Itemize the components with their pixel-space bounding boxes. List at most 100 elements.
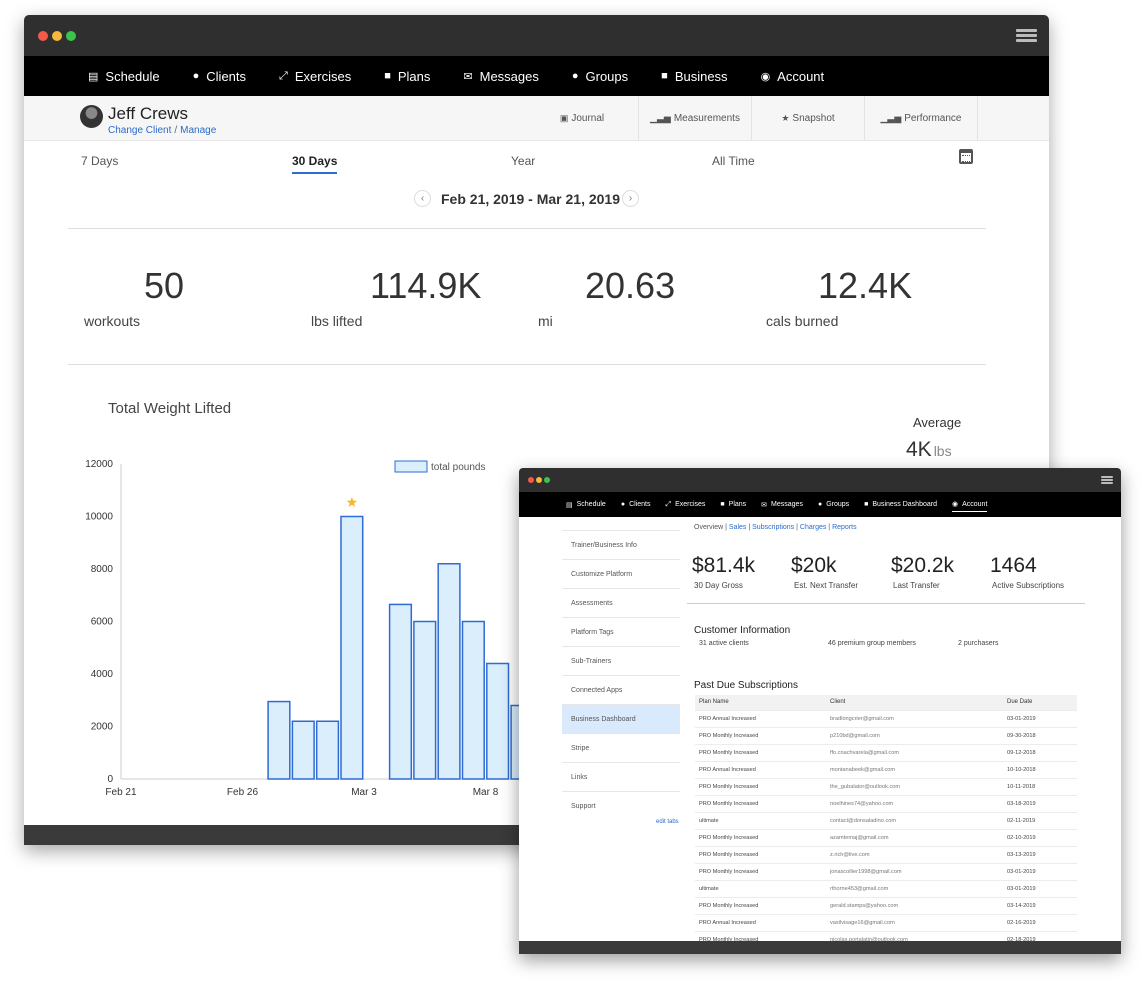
client-name: Jeff Crews: [108, 104, 188, 123]
client-avatar: [80, 105, 103, 128]
maximize-dot-icon[interactable]: [66, 31, 76, 41]
manage-link[interactable]: Manage: [180, 125, 216, 136]
nav-groups[interactable]: ● Groups: [572, 69, 628, 84]
calendar-icon[interactable]: [959, 149, 973, 164]
due-date-cell: 03-01-2019: [1003, 709, 1077, 727]
stat-miles-label: mi: [538, 313, 553, 329]
stat-gross-value: $81.4k: [692, 554, 756, 577]
x-tick-label: Mar 8: [473, 787, 499, 798]
tab-measurements[interactable]: ▁▃▅ Measurements: [639, 96, 752, 140]
nav-business-dashboard[interactable]: ■ Business Dashboard: [864, 492, 937, 517]
plan-name-cell: PRO Annual Increased: [695, 709, 826, 727]
table-row[interactable]: PRO Annual Increased bradlongcrier@gmail.…: [695, 709, 1077, 727]
stat-next-transfer-label: Est. Next Transfer: [794, 581, 859, 590]
period-7-days[interactable]: 7 Days: [81, 154, 118, 168]
table-row[interactable]: PRO Monthly Increased z.rich@live.com 03-1…: [695, 845, 1077, 863]
change-client-link[interactable]: Change Client: [108, 125, 171, 136]
y-tick-label: 2000: [91, 722, 114, 733]
nav-messages[interactable]: ✉ Messages: [761, 492, 803, 517]
minimize-dot-icon[interactable]: [536, 477, 542, 483]
nav-label: Account: [777, 68, 825, 84]
table-row[interactable]: PRO Monthly Increased noelhines74@yahoo.c…: [695, 794, 1077, 812]
sidebar-item-business-dashboard[interactable]: Business Dashboard: [562, 704, 680, 733]
nav-exercises[interactable]: ⤢ Exercises: [279, 69, 351, 84]
table-row[interactable]: PRO Annual Increased vasilvisage16@gmail.…: [695, 913, 1077, 931]
table-row[interactable]: PRO Monthly Increased azamtemaj@gmail.com…: [695, 828, 1077, 846]
nav-clients[interactable]: ● Clients: [193, 69, 246, 84]
sidebar-item-platform-tags[interactable]: Platform Tags: [562, 617, 680, 646]
due-date-cell: 03-18-2019: [1003, 794, 1077, 812]
period-year[interactable]: Year: [511, 154, 535, 168]
sidebar-item-connected-apps[interactable]: Connected Apps: [562, 675, 680, 704]
period-all-time[interactable]: All Time: [712, 154, 755, 168]
next-range-button[interactable]: ›: [622, 190, 639, 207]
tab-label: Measurements: [673, 112, 740, 124]
table-row[interactable]: PRO Monthly Increased the_gubalator@outlo…: [695, 777, 1077, 795]
table-row[interactable]: PRO Monthly Increased jonascollier1998@gm…: [695, 862, 1077, 880]
sidebar-item-customize-platform[interactable]: Customize Platform: [562, 559, 680, 588]
nav-exercises[interactable]: ⤢ Exercises: [665, 492, 705, 517]
nav-plans[interactable]: ■ Plans: [720, 492, 746, 517]
stat-lbs-label: lbs lifted: [311, 313, 363, 329]
due-date-cell: 10-11-2018: [1003, 777, 1077, 795]
stat-miles-value: 20.63: [585, 265, 676, 306]
sidebar-item-stripe[interactable]: Stripe: [562, 733, 680, 762]
nav-account[interactable]: ◉ Account: [951, 497, 988, 512]
sidebar-item-sub-trainers[interactable]: Sub-Trainers: [562, 646, 680, 675]
minimize-dot-icon[interactable]: [52, 31, 62, 41]
y-tick-label: 4000: [91, 669, 114, 680]
table-row[interactable]: ultimate contact@donsaladino.com 02-11-201…: [695, 811, 1077, 829]
table-row[interactable]: PRO Monthly Increased ffo.coachvarela@gma…: [695, 743, 1077, 761]
tab-journal[interactable]: ▣ Journal: [526, 96, 639, 140]
close-dot-icon[interactable]: [528, 477, 534, 483]
sidebar-item-links[interactable]: Links: [562, 762, 680, 791]
divider: [68, 228, 986, 229]
nav-clients[interactable]: ● Clients: [621, 492, 651, 517]
plan-name-cell: ultimate: [695, 879, 826, 897]
close-dot-icon[interactable]: [38, 31, 48, 41]
stat-next-transfer-value: $20k: [791, 554, 837, 577]
tab-charges[interactable]: Charges: [800, 524, 826, 531]
nav-label: Schedule: [105, 68, 160, 84]
y-tick-label: 0: [107, 774, 113, 785]
nav-messages[interactable]: ✉ Messages: [463, 69, 538, 84]
table-row[interactable]: ultimate rthorne453@gmail.com 03-01-2019: [695, 879, 1077, 897]
tab-reports[interactable]: Reports: [832, 524, 857, 531]
period-30-days[interactable]: 30 Days: [292, 154, 338, 174]
client-email-cell: montanabeek@gmail.com: [826, 760, 1003, 778]
stat-workouts-value: 50: [144, 265, 185, 306]
user-icon: ●: [192, 70, 200, 82]
tab-subscriptions[interactable]: Subscriptions: [752, 524, 794, 531]
tab-sales[interactable]: Sales: [729, 524, 747, 531]
nav-groups[interactable]: ● Groups: [818, 492, 849, 517]
tab-snapshot[interactable]: ★ Snapshot: [752, 96, 865, 140]
bar: [267, 700, 291, 780]
y-tick-label: 8000: [91, 564, 114, 575]
table-row[interactable]: PRO Monthly Increased gerald.stamps@yahoo…: [695, 896, 1077, 914]
edit-tabs-link[interactable]: edit tabs: [656, 819, 679, 825]
hamburger-menu-icon[interactable]: [1016, 29, 1037, 42]
stat-gross-label: 30 Day Gross: [694, 581, 743, 590]
sidebar-item-support[interactable]: Support: [562, 791, 680, 820]
calendar-check-icon: ▣: [559, 112, 569, 123]
main-navbar: ▤ Schedule ● Clients ⤢ Exercises ■ Plans ✉ Messag…: [519, 492, 1121, 517]
sidebar-item-assessments[interactable]: Assessments: [562, 588, 680, 617]
maximize-dot-icon[interactable]: [544, 477, 550, 483]
nav-schedule[interactable]: ▤ Schedule: [88, 69, 160, 84]
file-text-icon: ■: [864, 501, 869, 508]
table-row[interactable]: PRO Monthly Increased p210bd@gmail.com 09-…: [695, 726, 1077, 744]
bar-chart-icon: ▁▃▅: [880, 112, 902, 123]
table-row[interactable]: PRO Annual Increased montanabeek@gmail.co…: [695, 760, 1077, 778]
purchasers-text: 2 purchasers: [958, 640, 999, 647]
due-date-cell: 10-10-2018: [1003, 760, 1077, 778]
nav-account[interactable]: ◉ Account: [761, 69, 825, 84]
prev-range-button[interactable]: ‹: [414, 190, 431, 207]
nav-business[interactable]: ■ Business: [661, 69, 727, 84]
nav-schedule[interactable]: ▤ Schedule: [566, 492, 606, 517]
hamburger-menu-icon[interactable]: [1101, 476, 1113, 484]
tab-performance[interactable]: ▁▃▅ Performance: [865, 96, 978, 140]
nav-plans[interactable]: ■ Plans: [384, 69, 430, 84]
stat-last-transfer-value: $20.2k: [891, 554, 955, 577]
sidebar-item-trainer-business-info[interactable]: Trainer/Business Info: [562, 530, 680, 559]
tab-overview[interactable]: Overview: [694, 524, 723, 531]
